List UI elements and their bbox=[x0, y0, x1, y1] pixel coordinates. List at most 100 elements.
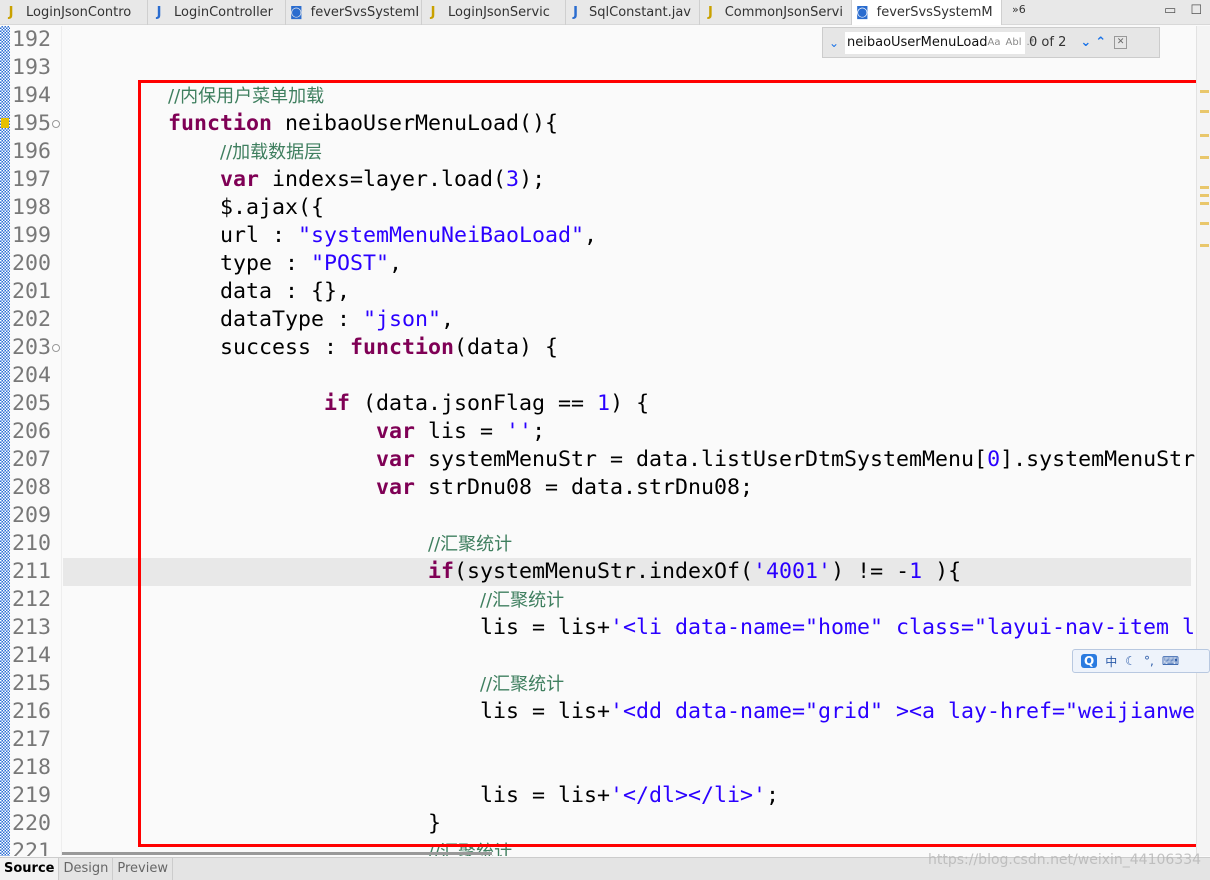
code-line[interactable]: 220 } bbox=[0, 810, 1192, 838]
horizontal-scrollbar[interactable] bbox=[62, 852, 492, 855]
code-text: function neibaoUserMenuLoad(){ bbox=[64, 110, 558, 138]
code-token: lis = lis+ bbox=[64, 699, 611, 724]
code-line[interactable]: 214 bbox=[0, 642, 1192, 670]
minimize-icon[interactable]: ▭ bbox=[1164, 3, 1176, 18]
code-line[interactable]: 210 //汇聚统计 bbox=[0, 530, 1192, 558]
code-token: ); bbox=[519, 167, 546, 192]
code-token: (data) { bbox=[454, 335, 559, 360]
close-find-icon[interactable]: ✕ bbox=[1114, 36, 1128, 49]
comment-token: //汇聚统计 bbox=[480, 674, 565, 695]
code-line[interactable]: 202 dataType : "json", bbox=[0, 306, 1192, 334]
editor-tab[interactable]: ◙feverSvsSystemM☒ bbox=[852, 0, 1002, 25]
ime-toolbar[interactable]: Q 中 ☾ °, ⌨ bbox=[1072, 649, 1210, 673]
code-text: lis = lis+'</dl></li>'; bbox=[64, 782, 779, 810]
code-text: dataType : "json", bbox=[64, 306, 454, 334]
code-editor[interactable]: 192 193 194 //内保用户菜单加载 195 function neibaoU… bbox=[0, 26, 1195, 856]
fold-toggle-icon[interactable] bbox=[52, 120, 60, 128]
code-line[interactable]: 196 //加载数据层 bbox=[0, 138, 1192, 166]
next-match-icon[interactable]: ⌄ bbox=[1080, 35, 1091, 50]
code-line[interactable]: 215 //汇聚统计 bbox=[0, 670, 1192, 698]
editor-tab[interactable]: J LoginController bbox=[148, 0, 286, 25]
ime-mode[interactable]: 中 bbox=[1105, 653, 1117, 670]
code-line[interactable]: 200 type : "POST", bbox=[0, 250, 1192, 278]
code-token: lis = lis+ bbox=[64, 783, 611, 808]
editor-tab[interactable]: ◙ feverSvsSystemI bbox=[286, 0, 422, 25]
ime-logo[interactable]: Q bbox=[1081, 654, 1098, 668]
code-token: ; bbox=[532, 419, 546, 444]
occurrence-marker-icon bbox=[1, 118, 9, 128]
string-token: "json" bbox=[363, 307, 442, 332]
code-line[interactable]: 195 function neibaoUserMenuLoad(){ bbox=[0, 110, 1192, 138]
code-line[interactable]: 205 if (data.jsonFlag == 1) { bbox=[0, 390, 1192, 418]
code-text: if (data.jsonFlag == 1) { bbox=[64, 390, 649, 418]
code-line[interactable]: 193 bbox=[0, 54, 1192, 82]
code-token: strDnu08 = data.strDnu08; bbox=[415, 475, 754, 500]
editor-tab[interactable]: J LoginJsonServic bbox=[422, 0, 566, 25]
code-text: //汇聚统计 bbox=[64, 530, 512, 559]
more-tabs-button[interactable]: »6 bbox=[1002, 0, 1036, 24]
tab-source[interactable]: Source bbox=[0, 858, 60, 880]
line-number: 207 bbox=[12, 447, 52, 472]
maximize-icon[interactable]: ☐ bbox=[1190, 3, 1202, 18]
tab-preview[interactable]: Preview bbox=[113, 858, 173, 880]
code-token: success : bbox=[64, 335, 351, 360]
punctuation-icon[interactable]: °, bbox=[1144, 654, 1154, 668]
code-token: } bbox=[64, 811, 442, 836]
tab-design[interactable]: Design bbox=[59, 858, 114, 880]
editor-tab[interactable]: J SqlConstant.jav bbox=[566, 0, 700, 25]
code-line[interactable]: 208 var strDnu08 = data.strDnu08; bbox=[0, 474, 1192, 502]
code-line[interactable]: 203 success : function(data) { bbox=[0, 334, 1192, 362]
code-line[interactable]: 212 //汇聚统计 bbox=[0, 586, 1192, 614]
code-token: data : {}, bbox=[64, 279, 351, 304]
line-number: 201 bbox=[12, 279, 52, 304]
code-line[interactable]: 207 var systemMenuStr = data.listUserDtm… bbox=[0, 446, 1195, 474]
watermark: https://blog.csdn.net/weixin_44106334 bbox=[928, 852, 1202, 868]
line-number: 211 bbox=[12, 559, 52, 584]
editor-tab[interactable]: J LoginJsonContro bbox=[0, 0, 148, 25]
code-line[interactable]: 201 data : {}, bbox=[0, 278, 1192, 306]
code-line[interactable]: 199 url : "systemMenuNeiBaoLoad", bbox=[0, 222, 1192, 250]
editor-tab[interactable]: J CommonJsonServi bbox=[700, 0, 852, 25]
code-line[interactable]: 217 bbox=[0, 726, 1192, 754]
code-token: ){ bbox=[922, 559, 962, 584]
code-line[interactable]: 194 //内保用户菜单加载 bbox=[0, 82, 1192, 110]
find-history-chevron-icon[interactable]: ⌄ bbox=[823, 36, 845, 50]
code-line[interactable]: 211 if(systemMenuStr.indexOf('4001') != … bbox=[12, 558, 1191, 586]
code-line[interactable]: 204 bbox=[0, 362, 1192, 390]
code-line[interactable]: 197 var indexs=layer.load(3); bbox=[0, 166, 1192, 194]
editor-tab-bar: J LoginJsonContro J LoginController ◙ feverSv… bbox=[0, 0, 1210, 25]
fold-toggle-icon[interactable] bbox=[52, 344, 60, 352]
code-text: //加载数据层 bbox=[64, 138, 322, 167]
tab-label: feverSvsSystemI bbox=[310, 5, 420, 20]
moon-icon[interactable]: ☾ bbox=[1125, 654, 1136, 668]
keyword-token: if bbox=[324, 391, 351, 416]
find-query[interactable]: neibaoUserMenuLoad bbox=[847, 35, 988, 50]
code-line[interactable]: 219 lis = lis+'</dl></li>'; bbox=[0, 782, 1192, 810]
overview-ruler[interactable] bbox=[1196, 26, 1210, 856]
previous-match-icon[interactable]: ⌃ bbox=[1095, 35, 1106, 50]
keyword-token: function bbox=[350, 335, 455, 360]
tab-label: CommonJsonServi bbox=[724, 5, 843, 20]
match-count: 0 of 2 bbox=[1029, 35, 1067, 50]
code-token: indexs=layer.load( bbox=[259, 167, 507, 192]
code-line[interactable]: 206 var lis = ''; bbox=[0, 418, 1192, 446]
code-line[interactable]: 213 lis = lis+'<li data-name="home" clas… bbox=[0, 614, 1195, 642]
code-token: , bbox=[389, 251, 403, 276]
code-line[interactable]: 209 bbox=[0, 502, 1192, 530]
match-case-toggle[interactable]: Aa bbox=[988, 37, 1001, 48]
line-number: 214 bbox=[12, 643, 52, 668]
keyboard-icon[interactable]: ⌨ bbox=[1162, 654, 1179, 668]
whole-word-toggle[interactable]: Abl bbox=[1006, 37, 1022, 48]
code-line[interactable]: 216 lis = lis+'<dd data-name="grid" ><a … bbox=[0, 698, 1195, 726]
tab-label: SqlConstant.jav bbox=[589, 5, 691, 20]
code-text: var strDnu08 = data.strDnu08; bbox=[64, 474, 753, 502]
window-controls: ▭ ☐ bbox=[1164, 3, 1202, 18]
code-line[interactable]: 218 bbox=[0, 754, 1192, 782]
find-input[interactable]: neibaoUserMenuLoad Aa Abl .* bbox=[845, 31, 1035, 54]
code-line[interactable]: 198 $.ajax({ bbox=[0, 194, 1192, 222]
code-text: //汇聚统计 bbox=[64, 670, 564, 699]
code-text: type : "POST", bbox=[64, 250, 402, 278]
